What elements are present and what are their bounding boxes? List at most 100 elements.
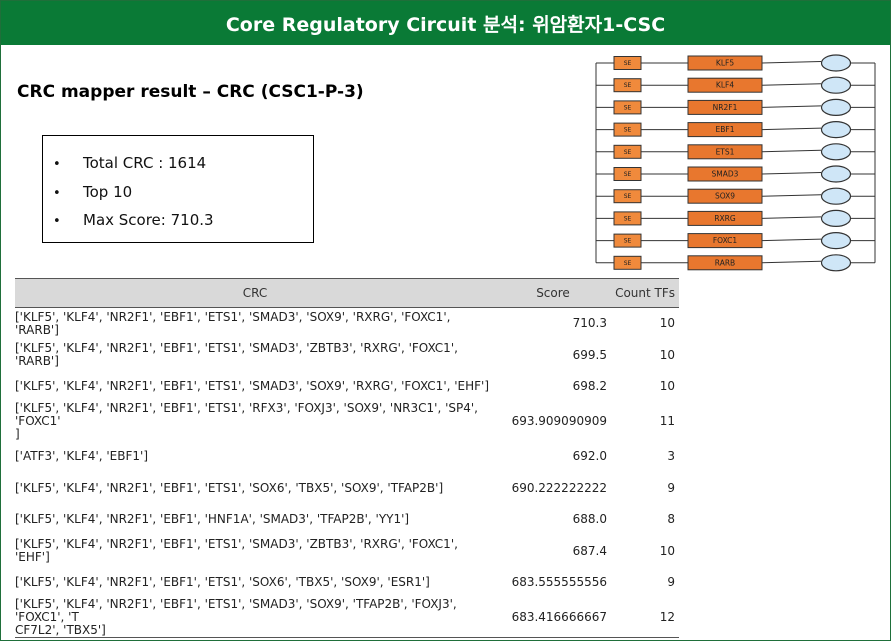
tf-label: RXRG — [714, 214, 736, 223]
count-tfs-cell: 10 — [659, 543, 675, 558]
bullet-icon: • — [53, 185, 61, 201]
score-cell: 693.909090909 — [511, 414, 607, 429]
table-row: ['KLF5', 'KLF4', 'NR2F1', 'EBF1', 'ETS1'… — [15, 567, 679, 598]
tf-to-node-line — [761, 238, 822, 242]
tf-to-node-line — [761, 83, 822, 86]
se-label: SE — [624, 149, 632, 156]
se-label: SE — [624, 104, 632, 111]
count-tfs-cell: 9 — [667, 480, 675, 495]
tf-to-node-line — [761, 216, 822, 219]
se-label: SE — [624, 82, 632, 89]
tf-to-node-line — [761, 61, 822, 64]
title-bar: Core Regulatory Circuit 분석: 위암환자1-CSC — [1, 1, 890, 45]
score-cell: 698.2 — [572, 378, 607, 393]
tf-label: SMAD3 — [712, 170, 739, 179]
tf-label: RARB — [715, 258, 735, 267]
se-label: SE — [624, 60, 632, 67]
count-tfs-cell: 11 — [659, 414, 675, 429]
tf-node-ellipse — [820, 54, 852, 72]
tf-node-ellipse — [820, 120, 852, 139]
se-label: SE — [624, 238, 632, 245]
table-row: ['KLF5', 'KLF4', 'NR2F1', 'EBF1', 'ETS1'… — [15, 308, 679, 340]
table-row: ['KLF5', 'KLF4', 'NR2F1', 'EBF1', 'ETS1'… — [15, 598, 679, 639]
se-label: SE — [624, 193, 632, 200]
tf-node-ellipse — [820, 165, 852, 183]
crc-cell: ['KLF5', 'KLF4', 'NR2F1', 'EBF1', 'ETS1'… — [15, 401, 478, 442]
table-row: ['KLF5', 'KLF4', 'NR2F1', 'EBF1', 'HNF1A… — [15, 504, 679, 535]
score-cell: 710.3 — [572, 316, 607, 331]
score-cell: 699.5 — [572, 347, 607, 362]
summary-list: • Total CRC : 1614 • Top 10 • Max Score: 71… — [53, 149, 214, 235]
tf-label: KLF4 — [716, 81, 734, 90]
tf-to-node-line — [761, 127, 822, 131]
tf-node-ellipse — [820, 98, 852, 117]
crc-cell: ['KLF5', 'KLF4', 'NR2F1', 'EBF1', 'ETS1'… — [15, 378, 490, 393]
table-body: ['KLF5', 'KLF4', 'NR2F1', 'EBF1', 'ETS1'… — [15, 308, 679, 639]
crc-table: CRC Score Count TFs ['KLF5', 'KLF4', 'NR… — [15, 278, 679, 639]
tf-label: EBF1 — [716, 125, 735, 134]
table-row: ['KLF5', 'KLF4', 'NR2F1', 'EBF1', 'ETS1'… — [15, 535, 679, 566]
table-row: ['KLF5', 'KLF4', 'NR2F1', 'EBF1', 'ETS1'… — [15, 339, 679, 370]
score-cell: 690.222222222 — [511, 480, 607, 495]
se-label: SE — [624, 215, 632, 222]
count-tfs-cell: 9 — [667, 574, 675, 589]
table-header-row: CRC Score Count TFs — [15, 278, 679, 308]
table-row: ['KLF5', 'KLF4', 'NR2F1', 'EBF1', 'ETS1'… — [15, 473, 679, 504]
tf-to-node-line — [761, 149, 822, 153]
score-cell: 683.555555556 — [511, 574, 607, 589]
tf-node-ellipse — [820, 143, 852, 161]
page-title: Core Regulatory Circuit 분석: 위암환자1-CSC — [225, 13, 666, 36]
crc-cell: ['KLF5', 'KLF4', 'NR2F1', 'EBF1', 'ETS1'… — [15, 574, 430, 589]
crc-cell: ['ATF3', 'KLF4', 'EBF1'] — [15, 449, 149, 464]
column-header-score: Score — [495, 278, 611, 308]
se-label: SE — [624, 260, 632, 267]
tf-node-ellipse — [820, 76, 852, 94]
tf-node-ellipse — [820, 232, 852, 250]
tf-label: SOX9 — [715, 192, 735, 201]
score-cell: 687.4 — [572, 543, 607, 558]
slide: Core Regulatory Circuit 분석: 위암환자1-CSC CR… — [0, 0, 891, 641]
tf-node-ellipse — [820, 209, 852, 227]
tf-to-node-line — [761, 260, 822, 264]
summary-item-max-score: • Max Score: 710.3 — [53, 206, 214, 235]
count-tfs-cell: 3 — [667, 449, 675, 464]
bullet-icon: • — [53, 214, 61, 229]
se-label: SE — [624, 171, 632, 178]
tf-to-node-line — [761, 194, 822, 197]
column-header-count-tfs: Count TFs — [611, 278, 679, 308]
crc-cell: ['KLF5', 'KLF4', 'NR2F1', 'EBF1', 'ETS1'… — [15, 537, 458, 565]
tf-label: ETS1 — [716, 147, 735, 156]
crc-cell: ['KLF5', 'KLF4', 'NR2F1', 'EBF1', 'ETS1'… — [15, 341, 458, 369]
crc-cell: ['KLF5', 'KLF4', 'NR2F1', 'EBF1', 'HNF1A… — [15, 512, 410, 527]
count-tfs-cell: 8 — [667, 512, 675, 527]
count-tfs-cell: 10 — [659, 347, 675, 362]
summary-item-total: • Total CRC : 1614 — [53, 149, 214, 178]
tf-node-ellipse — [820, 254, 852, 272]
tf-node-ellipse — [820, 187, 852, 205]
column-header-crc: CRC — [15, 278, 495, 308]
crc-table-container: CRC Score Count TFs ['KLF5', 'KLF4', 'NR… — [15, 278, 679, 639]
tf-to-node-line — [761, 105, 822, 108]
crc-cell: ['KLF5', 'KLF4', 'NR2F1', 'EBF1', 'ETS1'… — [15, 480, 444, 495]
count-tfs-cell: 10 — [659, 316, 675, 331]
score-cell: 688.0 — [572, 512, 607, 527]
table-row: ['KLF5', 'KLF4', 'NR2F1', 'EBF1', 'ETS1'… — [15, 402, 679, 441]
result-subtitle: CRC mapper result – CRC (CSC1-P-3) — [17, 82, 364, 102]
summary-box: • Total CRC : 1614 • Top 10 • Max Score: 71… — [42, 135, 314, 243]
crc-cell: ['KLF5', 'KLF4', 'NR2F1', 'EBF1', 'ETS1'… — [15, 309, 451, 337]
tf-label: KLF5 — [716, 59, 734, 68]
crc-cell: ['KLF5', 'KLF4', 'NR2F1', 'EBF1', 'ETS1'… — [15, 598, 495, 639]
score-cell: 692.0 — [572, 449, 607, 464]
se-label: SE — [624, 127, 632, 134]
tf-to-node-line — [761, 172, 822, 175]
tf-label: FOXC1 — [713, 236, 738, 245]
bullet-icon: • — [53, 157, 61, 172]
score-cell: 683.416666667 — [495, 598, 611, 639]
count-tfs-cell: 10 — [659, 378, 675, 393]
table-row: ['KLF5', 'KLF4', 'NR2F1', 'EBF1', 'ETS1'… — [15, 371, 679, 402]
table-row: ['ATF3', 'KLF4', 'EBF1'] 692.0 3 — [15, 441, 679, 472]
crc-network-diagram: SE KLF5 SE KLF4 SE NR2F1 SE EBF1 SE ETS1 SE SMAD3 SE… — [595, 54, 876, 272]
summary-item-top: • Top 10 — [53, 178, 214, 207]
count-tfs-cell: 12 — [611, 598, 679, 639]
tf-label: NR2F1 — [713, 103, 738, 112]
